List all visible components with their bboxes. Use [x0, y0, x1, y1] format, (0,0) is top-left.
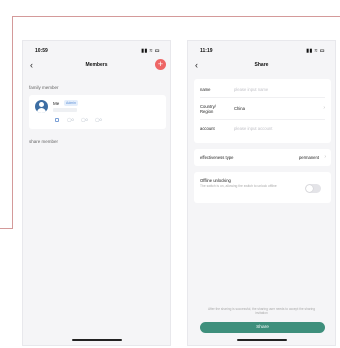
share-button[interactable]: Share: [200, 322, 325, 333]
name-label: name: [200, 87, 211, 92]
offline-unlock-toggle[interactable]: [305, 184, 321, 193]
page-title: Members: [85, 62, 108, 68]
share-screen: 11:19 ▮▮ ≈ ▭ ‹ Share name please input n…: [187, 40, 336, 346]
share-member-label: share member: [29, 139, 59, 144]
toggle-knob: [306, 185, 313, 192]
members-screen: 10:59 ▮▮ ≈ ▭ ‹ Members + family member M…: [22, 40, 171, 346]
card-icon: ◯0: [95, 117, 102, 122]
family-member-label: family member: [29, 85, 59, 90]
effectiveness-value: permanent: [298, 155, 319, 160]
offline-unlock-card: Offline unlocking The switch is on, allo…: [194, 172, 331, 203]
offline-unlock-title: Offline unlocking: [200, 178, 231, 183]
decor-line-left: [12, 16, 13, 228]
divider: [200, 119, 325, 120]
password-icon: ◯0: [81, 117, 88, 122]
member-subtext: [53, 108, 77, 112]
password-count: 0: [85, 117, 88, 122]
nav-bar: ‹ Share: [188, 59, 335, 73]
key-icon: [55, 117, 60, 122]
country-value: China: [234, 106, 245, 111]
admin-badge: Admin: [64, 100, 78, 106]
decor-line-top: [12, 16, 340, 17]
divider: [200, 97, 325, 98]
chevron-right-icon: ›: [323, 105, 325, 111]
country-label: Country/ Region: [200, 104, 216, 114]
share-note: After the sharing is successful, the sha…: [207, 307, 316, 316]
account-row[interactable]: account please input account: [200, 126, 325, 131]
member-card[interactable]: Me Admin ◯0 ◯0 ◯0: [29, 95, 166, 129]
page-title: Share: [254, 62, 269, 68]
home-indicator: [236, 339, 287, 341]
status-bar: 11:19 ▮▮ ≈ ▭: [188, 47, 335, 57]
member-name: Me: [53, 101, 60, 106]
name-row[interactable]: name please input name: [200, 87, 325, 92]
nav-bar: ‹ Members +: [23, 59, 170, 73]
status-icons: ▮▮ ≈ ▭: [306, 48, 325, 54]
card-count: 0: [99, 117, 102, 122]
chevron-right-icon: ›: [324, 154, 326, 160]
home-indicator: [71, 339, 122, 341]
status-time: 11:19: [200, 48, 213, 54]
offline-unlock-desc: The switch is on, allowing the switch to…: [200, 184, 277, 188]
country-row[interactable]: Country/ Region China ›: [200, 104, 325, 114]
name-input[interactable]: please input name: [234, 87, 268, 92]
account-input[interactable]: please input account: [234, 126, 272, 131]
decor-line-hook: [0, 228, 13, 229]
account-label: account: [200, 126, 215, 131]
fingerprint-icon: ◯0: [67, 117, 74, 122]
status-icons: ▮▮ ≈ ▭: [141, 48, 160, 54]
share-form: name please input name Country/ Region C…: [194, 79, 331, 143]
effectiveness-row[interactable]: effectiveness type permanent ›: [194, 149, 331, 166]
add-member-button[interactable]: +: [155, 59, 166, 70]
fingerprint-count: 0: [71, 117, 74, 122]
effectiveness-label: effectiveness type: [200, 155, 234, 160]
status-time: 10:59: [35, 48, 48, 54]
avatar: [35, 100, 48, 113]
status-bar: 10:59 ▮▮ ≈ ▭: [23, 47, 170, 57]
